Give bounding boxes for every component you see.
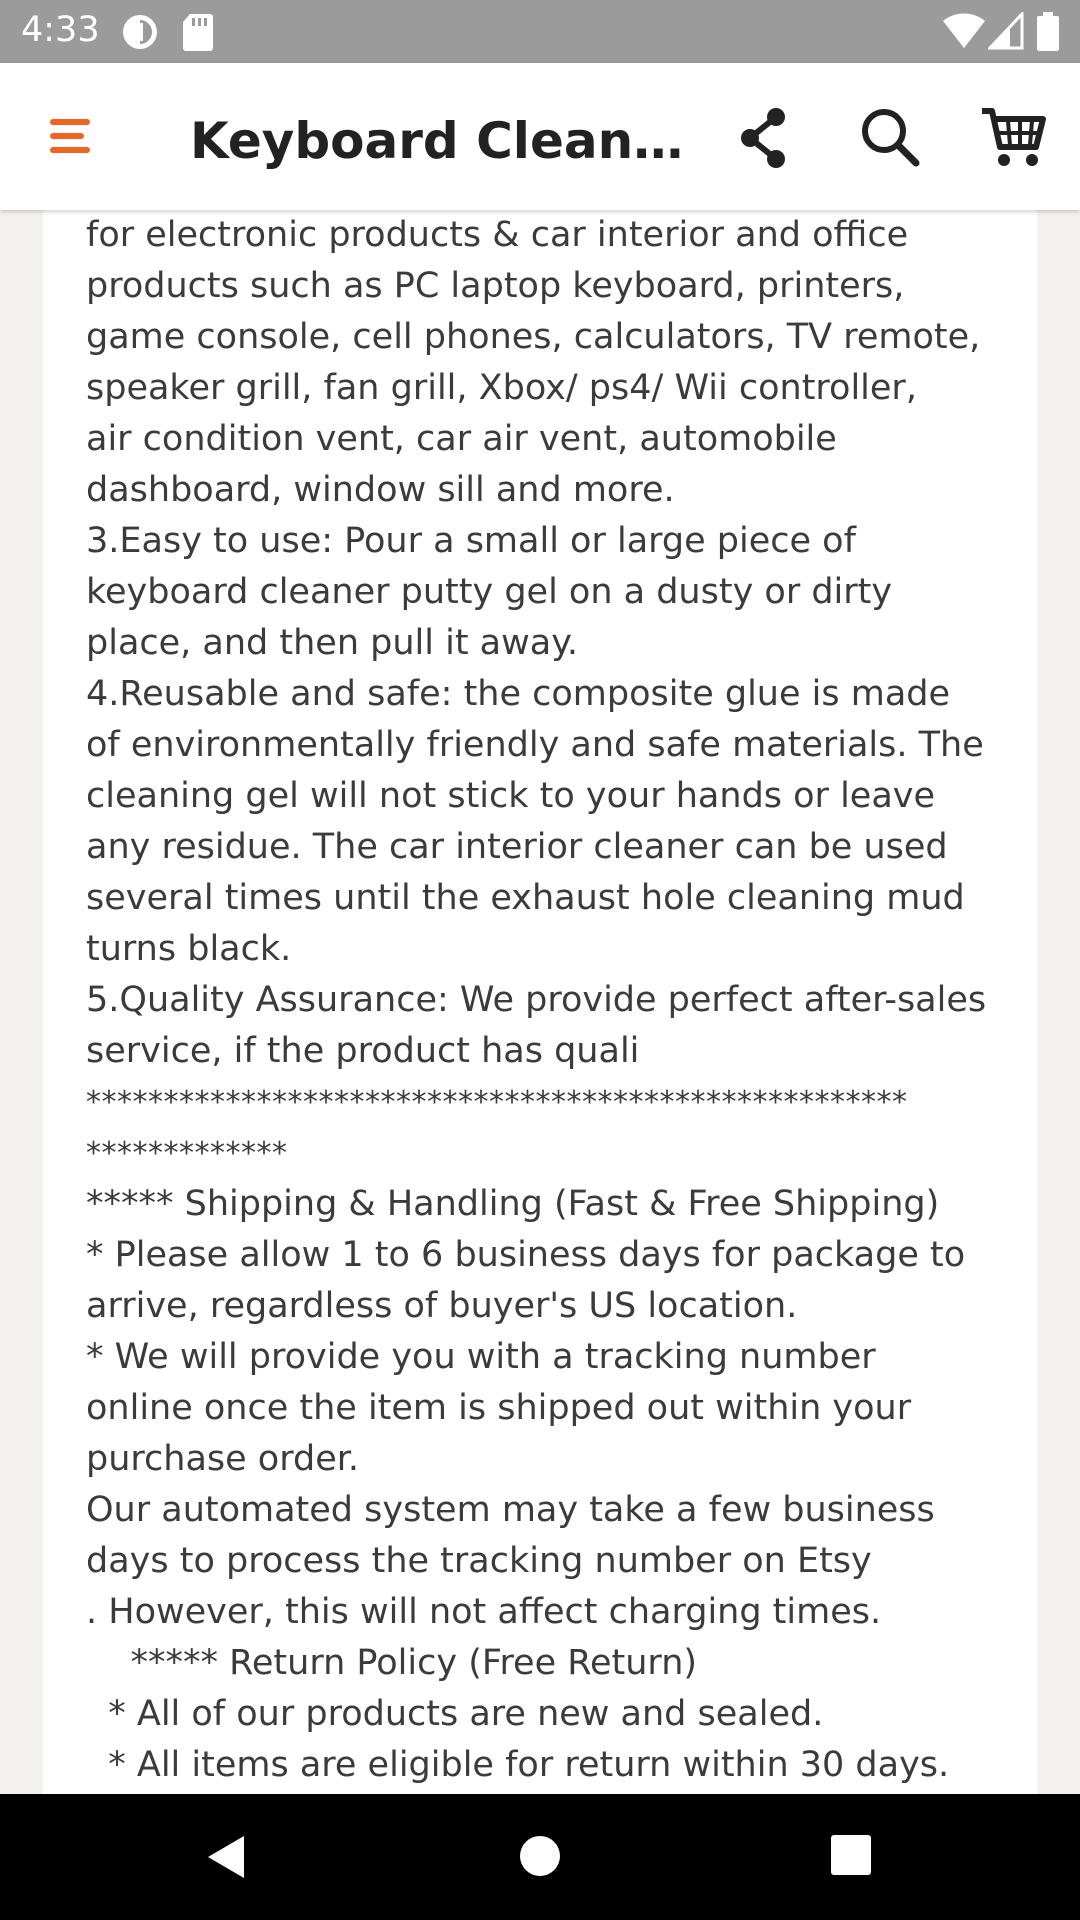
share-icon[interactable] <box>728 103 798 173</box>
battery-icon <box>1036 12 1060 56</box>
hamburger-menu-icon[interactable] <box>40 111 100 161</box>
wifi-icon <box>942 12 986 54</box>
home-circle-icon[interactable] <box>518 1834 562 1882</box>
description-line: turns black. <box>86 929 292 969</box>
description-line: cleaning gel will not stick to your hand… <box>86 776 936 816</box>
description-line: service, if the product has quali <box>86 1031 640 1071</box>
description-line: * All items are eligible for return with… <box>86 1745 950 1785</box>
app-bar: Keyboard Cleane… <box>0 63 1080 210</box>
status-bar: 4:33 <box>0 0 1080 63</box>
item-description-scroll[interactable]: for electronic products & car interior a… <box>0 210 1080 1794</box>
recents-square-icon[interactable] <box>830 1834 872 1880</box>
description-line: several times until the exhaust hole cle… <box>86 878 965 918</box>
description-line: ***** Return Policy (Free Return) <box>86 1643 698 1683</box>
description-line: dashboard, window sill and more. <box>86 470 675 510</box>
description-line: 4.Reusable and safe: the composite glue … <box>86 674 951 714</box>
description-line: days to process the tracking number on E… <box>86 1541 872 1581</box>
description-line: ***** Shipping & Handling (Fast & Free S… <box>86 1184 940 1224</box>
description-line: online once the item is shipped out with… <box>86 1388 912 1428</box>
description-line: purchase order. <box>86 1439 360 1479</box>
description-line: of environmentally friendly and safe mat… <box>86 725 984 765</box>
page-title: Keyboard Cleane… <box>190 112 690 170</box>
description-line: game console, cell phones, calculators, … <box>86 317 981 357</box>
description-line: * Please allow 1 to 6 business days for … <box>86 1235 966 1275</box>
cart-icon[interactable] <box>978 103 1048 173</box>
item-description-text: for electronic products & car interior a… <box>86 210 1011 1791</box>
description-line: place, and then pull it away. <box>86 623 579 663</box>
back-triangle-icon[interactable] <box>204 1834 250 1884</box>
description-line: keyboard cleaner putty gel on a dusty or… <box>86 572 893 612</box>
description-line: Our automated system may take a few busi… <box>86 1490 935 1530</box>
description-line: . However, this will not affect charging… <box>86 1592 882 1632</box>
description-line: speaker grill, fan grill, Xbox/ ps4/ Wii… <box>86 368 917 408</box>
description-line: products such as PC laptop keyboard, pri… <box>86 266 905 306</box>
status-time: 4:33 <box>21 10 100 50</box>
description-line: 3.Easy to use: Pour a small or large pie… <box>86 521 856 561</box>
description-line: any residue. The car interior cleaner ca… <box>86 827 948 867</box>
data-saver-icon <box>120 12 160 56</box>
description-line: ************* <box>86 1136 288 1171</box>
description-line: air condition vent, car air vent, automo… <box>86 419 837 459</box>
description-line: * All of our products are new and sealed… <box>86 1694 824 1734</box>
description-line: arrive, regardless of buyer's US locatio… <box>86 1286 798 1326</box>
system-nav-bar <box>0 1794 1080 1920</box>
description-line: ****************************************… <box>86 1085 908 1120</box>
sd-card-icon <box>182 12 214 56</box>
description-line: for electronic products & car interior a… <box>86 215 909 255</box>
signal-icon <box>986 10 1024 54</box>
description-line: * We will provide you with a tracking nu… <box>86 1337 876 1377</box>
description-line: 5.Quality Assurance: We provide perfect … <box>86 980 987 1020</box>
search-icon[interactable] <box>856 103 926 173</box>
